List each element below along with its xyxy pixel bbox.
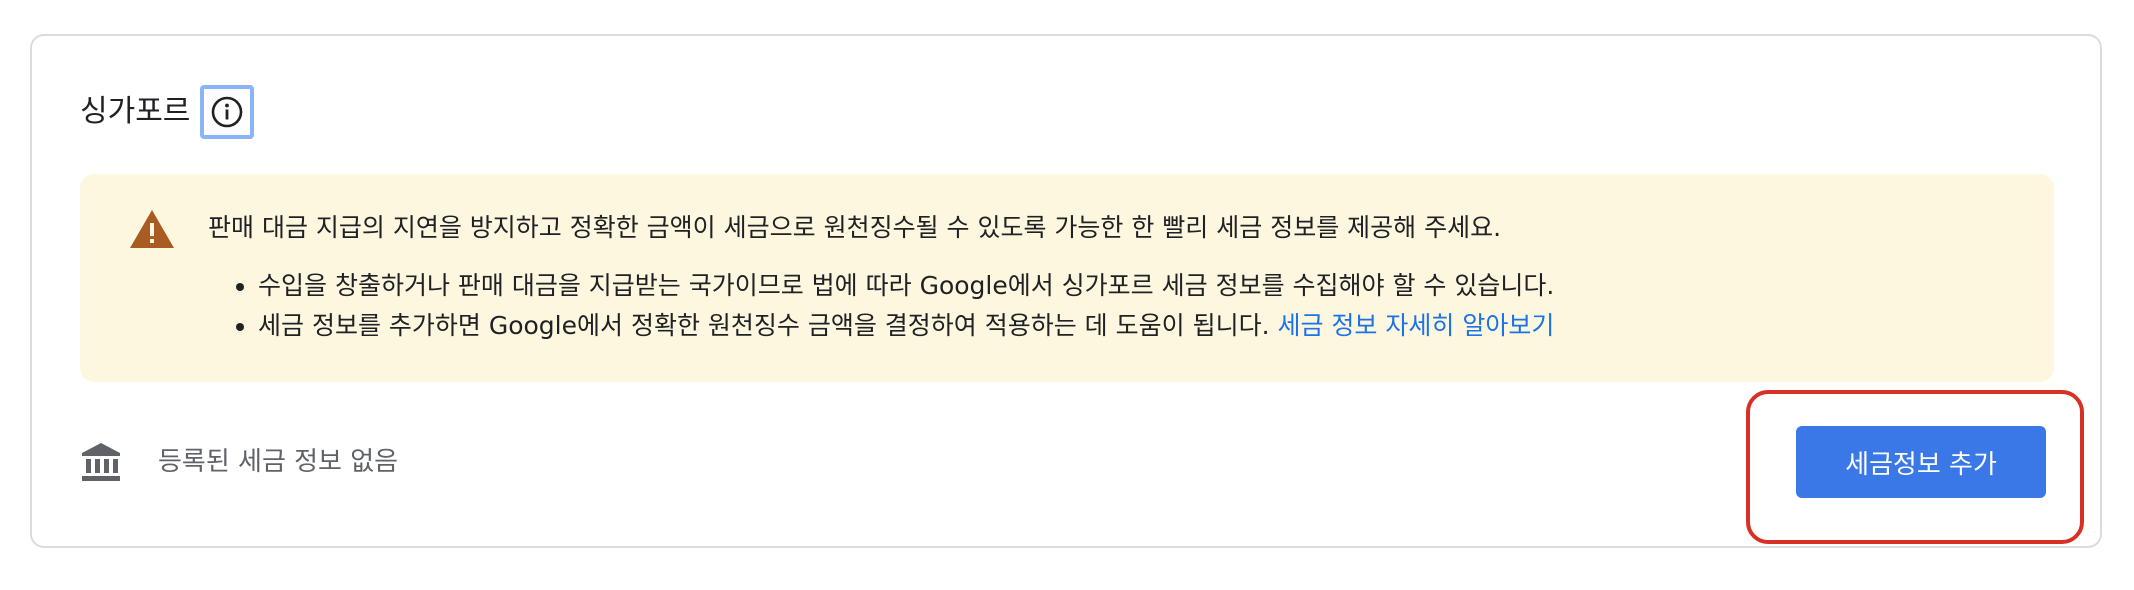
country-heading-row: 싱가포르 <box>80 84 255 140</box>
tax-status-row: 등록된 세금 정보 없음 <box>80 434 398 490</box>
info-circle-icon <box>212 96 243 128</box>
learn-more-tax-link[interactable]: 세금 정보 자세히 알아보기 <box>1277 311 1554 340</box>
warning-triangle-icon <box>130 210 174 248</box>
bank-icon <box>82 443 120 481</box>
warning-bullet-text: 수입을 창출하거나 판매 대금을 지급받는 국가이므로 법에 따라 Google… <box>258 271 1555 300</box>
add-tax-info-button[interactable]: 세금정보 추가 <box>1796 426 2046 498</box>
warning-bullet-text: 세금 정보를 추가하면 Google에서 정확한 원천징수 금액을 결정하여 적… <box>258 311 1278 340</box>
country-title: 싱가포르 <box>80 94 191 129</box>
no-tax-info-status: 등록된 세금 정보 없음 <box>158 447 399 477</box>
warning-bullet-item: 수입을 창출하거나 판매 대금을 지급받는 국가이므로 법에 따라 Google… <box>258 266 1554 306</box>
warning-message: 판매 대금 지급의 지연을 방지하고 정확한 금액이 세금으로 원천징수될 수 … <box>208 213 1502 242</box>
warning-bullet-item: 세금 정보를 추가하면 Google에서 정확한 원천징수 금액을 결정하여 적… <box>258 306 1554 346</box>
warning-bullet-list: 수입을 창출하거나 판매 대금을 지급받는 국가이므로 법에 따라 Google… <box>208 266 1554 346</box>
info-button[interactable] <box>200 85 255 139</box>
tax-warning-banner: 판매 대금 지급의 지연을 방지하고 정확한 금액이 세금으로 원천징수될 수 … <box>80 174 2054 382</box>
